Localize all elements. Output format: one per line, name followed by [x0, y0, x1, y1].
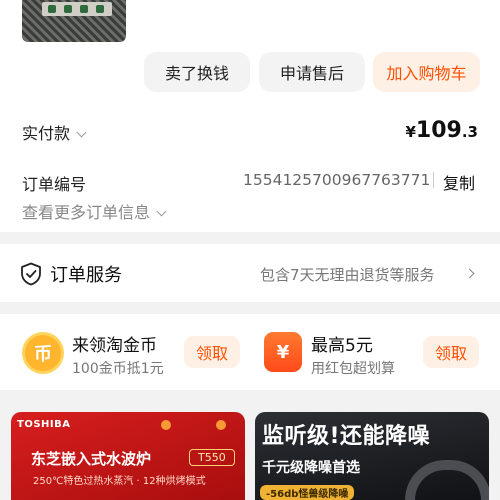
shield-check-icon	[21, 262, 41, 286]
red-packet-icon: ¥	[264, 332, 302, 372]
copy-button[interactable]: 复制	[443, 170, 475, 194]
payment-label: 实付款	[22, 124, 71, 143]
order-service-title: 订单服务	[50, 265, 122, 286]
order-number-label: 订单编号	[22, 175, 87, 194]
ad-banner-microwave[interactable]: TOSHIBA 东芝嵌入式水波炉 T550 250℃特色过热水蒸汽 · 12种烘…	[11, 412, 245, 500]
chevron-right-icon	[464, 268, 475, 279]
order-service-description: 包含7天无理由退货等服务	[260, 266, 435, 284]
order-service-row[interactable]: 订单服务 包含7天无理由退货等服务	[0, 244, 500, 302]
taobao-coin-icon: 币	[22, 332, 64, 374]
headphone-image	[405, 460, 489, 500]
after-sales-button[interactable]: 申请售后	[259, 52, 365, 92]
chevron-down-icon	[76, 127, 87, 138]
red-packet-subtitle: 用红包超划算	[311, 361, 395, 377]
claim-coins-button[interactable]: 领取	[184, 336, 240, 368]
order-card: 卖了换钱 申请售后 加入购物车 实付款 ¥109.3 订单编号 15541257…	[0, 0, 500, 232]
more-order-info-label: 查看更多订单信息	[22, 203, 151, 222]
ad-tag: -56db怪兽级降噪	[260, 485, 355, 500]
decorative-lantern	[161, 420, 171, 430]
red-packet-title: 最高5元	[311, 336, 373, 356]
coins-title: 来领淘金币	[72, 336, 157, 356]
ad-banner-headphones[interactable]: 监听级!还能降噪 千元级降噪首选 -56db怪兽级降噪	[255, 412, 489, 500]
claim-red-packet-button[interactable]: 领取	[423, 336, 479, 368]
currency-symbol: ¥	[405, 123, 416, 141]
payment-row[interactable]: 实付款	[22, 120, 87, 144]
add-to-cart-button[interactable]: 加入购物车	[373, 52, 480, 92]
ad-features: 250℃特色过热水蒸汽 · 12种烘烤模式	[33, 476, 206, 487]
product-thumbnail[interactable]	[22, 0, 126, 42]
product-image-detail	[42, 2, 112, 16]
ad-brand: TOSHIBA	[17, 419, 71, 430]
order-number-value: 1554125700967763771	[243, 171, 431, 189]
ad-product-name: 东芝嵌入式水波炉	[31, 450, 152, 468]
rewards-card: 币 来领淘金币 100金币抵1元 领取 ¥ 最高5元 用红包超划算 领取	[0, 314, 500, 390]
amount-decimal: .3	[461, 123, 478, 141]
payment-amount: ¥109.3	[405, 118, 478, 143]
ad-model-badge: T550	[189, 449, 235, 466]
decorative-lantern	[216, 420, 226, 430]
ad-headline: 监听级!还能降噪	[262, 424, 431, 449]
sell-button[interactable]: 卖了换钱	[144, 52, 250, 92]
ad-subline: 千元级降噪首选	[262, 460, 360, 476]
coins-subtitle: 100金币抵1元	[72, 361, 164, 377]
more-order-info-link[interactable]: 查看更多订单信息	[22, 199, 167, 223]
amount-integer: 109	[415, 118, 462, 143]
chevron-down-icon	[156, 206, 167, 217]
divider	[433, 172, 434, 188]
